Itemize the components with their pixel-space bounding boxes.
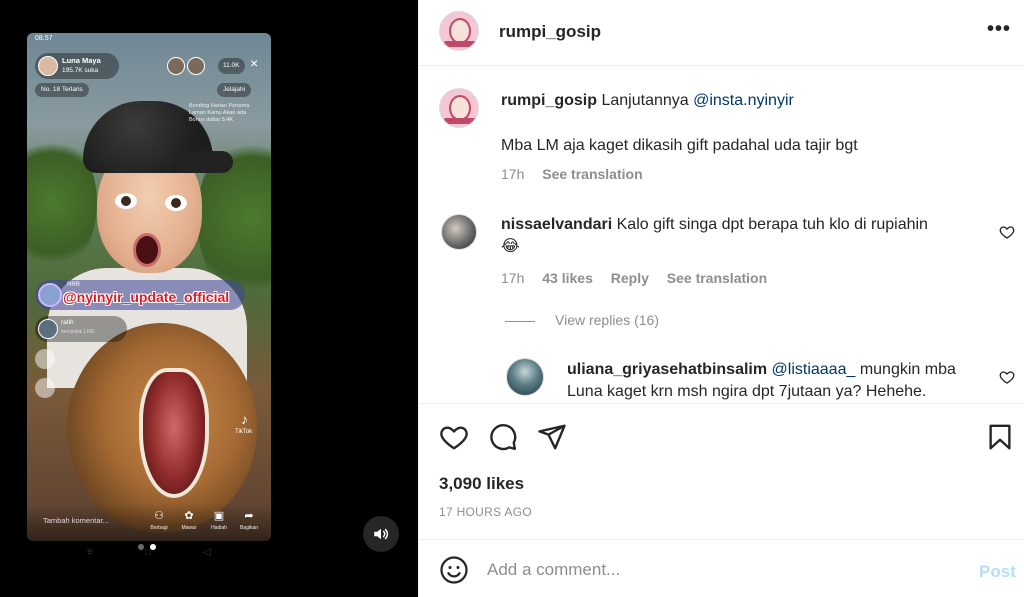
- caption-username[interactable]: rumpi_gosip: [501, 92, 597, 109]
- reply-like-heart-icon[interactable]: [999, 369, 1015, 385]
- post-actions: 3,090 likes 17 HOURS AGO: [419, 403, 1024, 540]
- comment-time[interactable]: 17h: [501, 270, 524, 286]
- caption-body: Mba LM aja kaget dikasih gift padahal ud…: [501, 137, 858, 154]
- viewer-count: 11.0K: [218, 58, 245, 74]
- caption-time[interactable]: 17h: [501, 166, 524, 182]
- more-horizontal-icon: •••: [986, 18, 1011, 40]
- caption-line: rumpi_gosip Lanjutannya @insta.nyinyir: [501, 92, 794, 110]
- tiktok-icon: ♪: [241, 411, 248, 427]
- view-replies-label: View replies (16): [555, 312, 660, 328]
- reply-button[interactable]: Reply: [611, 270, 649, 286]
- comment-body: Kalo gift singa dpt berapa tuh klo di ru…: [616, 216, 928, 233]
- viewer-avatar: [187, 57, 205, 75]
- likes-count[interactable]: 3,090 likes: [439, 474, 524, 494]
- menu-icon: ≡: [87, 547, 93, 558]
- reply-body-line2: Luna kaget krn msh ngira dpt 7jutaan ya?…: [567, 383, 927, 400]
- tiktok-label: TikTok: [235, 429, 253, 435]
- comment-meta: 17h 43 likes Reply See translation: [501, 270, 781, 286]
- chat-row: ratih menyukai LIVE: [35, 316, 127, 342]
- live-close-icon: ×: [250, 55, 259, 71]
- chat-avatar: [38, 319, 58, 339]
- chat-name: ratih: [61, 319, 74, 326]
- caption-meta: 17h See translation: [501, 166, 657, 182]
- person-eye: [165, 195, 187, 211]
- author-avatar[interactable]: [439, 11, 479, 51]
- post-media[interactable]: 08.57 Luna Maya 195.7K suka 11.0K × No. …: [0, 0, 418, 597]
- comment-see-translation[interactable]: See translation: [667, 270, 767, 286]
- comment-avatar[interactable]: [441, 214, 477, 250]
- view-replies-line: [505, 320, 535, 322]
- emoji-icon[interactable]: [439, 555, 469, 585]
- phone-share-icon: ⚇: [154, 510, 164, 522]
- bookmark-icon[interactable]: [985, 422, 1015, 452]
- reply-username[interactable]: uliana_griyasehatbinsalim: [567, 361, 767, 378]
- reply-avatar[interactable]: [506, 358, 544, 396]
- overlay-note: Bonding Harian Pertama Laman Kamu Akan a…: [189, 103, 250, 123]
- phone-forward-icon: ➦: [244, 510, 254, 522]
- watermark-small: RRR: [67, 282, 80, 288]
- view-replies-button[interactable]: View replies (16): [505, 312, 659, 328]
- comment-likes[interactable]: 43 likes: [542, 270, 593, 286]
- reply-body-line1: mungkin mba: [855, 361, 956, 378]
- comment-icon[interactable]: [488, 422, 518, 452]
- post-timestamp: 17 HOURS AGO: [439, 505, 532, 519]
- send-icon[interactable]: [537, 422, 567, 452]
- live-host-likes: 195.7K suka: [62, 67, 99, 74]
- live-host-avatar: [38, 56, 58, 76]
- phone-action-label: Hadiah: [211, 525, 227, 531]
- post-button[interactable]: Post: [979, 562, 1016, 582]
- avatar-label: [444, 118, 476, 124]
- phone-gift-icon: ▣: [213, 510, 225, 522]
- reply-text: uliana_griyasehatbinsalim @listiaaaa_ mu…: [567, 359, 987, 403]
- add-comment-bar: Post: [419, 540, 1024, 597]
- chat-sub: menyukai LIVE: [61, 329, 95, 335]
- phone-action-label: Berbagi: [150, 525, 168, 531]
- carousel-dots: [138, 543, 158, 551]
- reply-mention[interactable]: @listiaaaa_: [772, 361, 856, 378]
- chat-avatar: [35, 349, 55, 369]
- phone-comment-hint: Tambah komentar...: [43, 516, 109, 525]
- lion-mouth: [139, 368, 209, 498]
- comment-text: nissaelvandari Kalo gift singa dpt berap…: [501, 214, 981, 258]
- carousel-dot-active: [150, 544, 156, 550]
- caption-mention[interactable]: @insta.nyinyir: [693, 92, 794, 109]
- comment-like-heart-icon[interactable]: [999, 224, 1015, 240]
- caption-text: Lanjutannya: [601, 92, 694, 109]
- more-options-button[interactable]: •••: [985, 18, 1013, 44]
- back-icon: ◁: [203, 547, 211, 558]
- live-host-pill: Luna Maya 195.7K suka: [35, 53, 119, 79]
- heart-icon[interactable]: [439, 422, 469, 452]
- watermark-pill: RRR @nyinyir_update_official: [35, 280, 245, 310]
- person-eye: [115, 193, 137, 209]
- volume-icon: [374, 528, 389, 540]
- phone-rose-icon: ✿: [184, 510, 194, 522]
- phone-action-label: Mawar: [181, 525, 197, 531]
- person-cap-brim: [177, 151, 233, 173]
- live-host-name: Luna Maya: [62, 56, 101, 65]
- caption-see-translation[interactable]: See translation: [542, 166, 642, 182]
- viewer-avatar: [167, 57, 185, 75]
- watermark-handle: @nyinyir_update_official: [63, 289, 230, 305]
- phone-status-time: 08.57: [35, 35, 53, 42]
- comments-list[interactable]: rumpi_gosip Lanjutannya @insta.nyinyir M…: [419, 66, 1024, 403]
- chat-avatar: [35, 378, 55, 398]
- avatar-label: [444, 41, 476, 47]
- phone-action-label: Bagikan: [239, 525, 259, 531]
- author-username[interactable]: rumpi_gosip: [499, 22, 601, 42]
- post-sidebar: rumpi_gosip ••• rumpi_gosip Lanjutannya …: [418, 0, 1024, 597]
- comment-input[interactable]: [487, 556, 957, 584]
- explore-pill: Jelajahi: [217, 83, 252, 97]
- rank-pill: No. 18 Terlaris: [35, 83, 89, 97]
- person-mouth: [133, 233, 161, 267]
- watermark-avatar: [38, 283, 62, 307]
- carousel-dot: [138, 544, 144, 550]
- video-frame[interactable]: 08.57 Luna Maya 195.7K suka 11.0K × No. …: [27, 33, 271, 541]
- post-header: rumpi_gosip •••: [419, 0, 1024, 66]
- laughing-emoji: 😂: [501, 238, 520, 255]
- comment-username[interactable]: nissaelvandari: [501, 216, 612, 233]
- caption-avatar[interactable]: [439, 88, 479, 128]
- mute-button[interactable]: [363, 516, 399, 552]
